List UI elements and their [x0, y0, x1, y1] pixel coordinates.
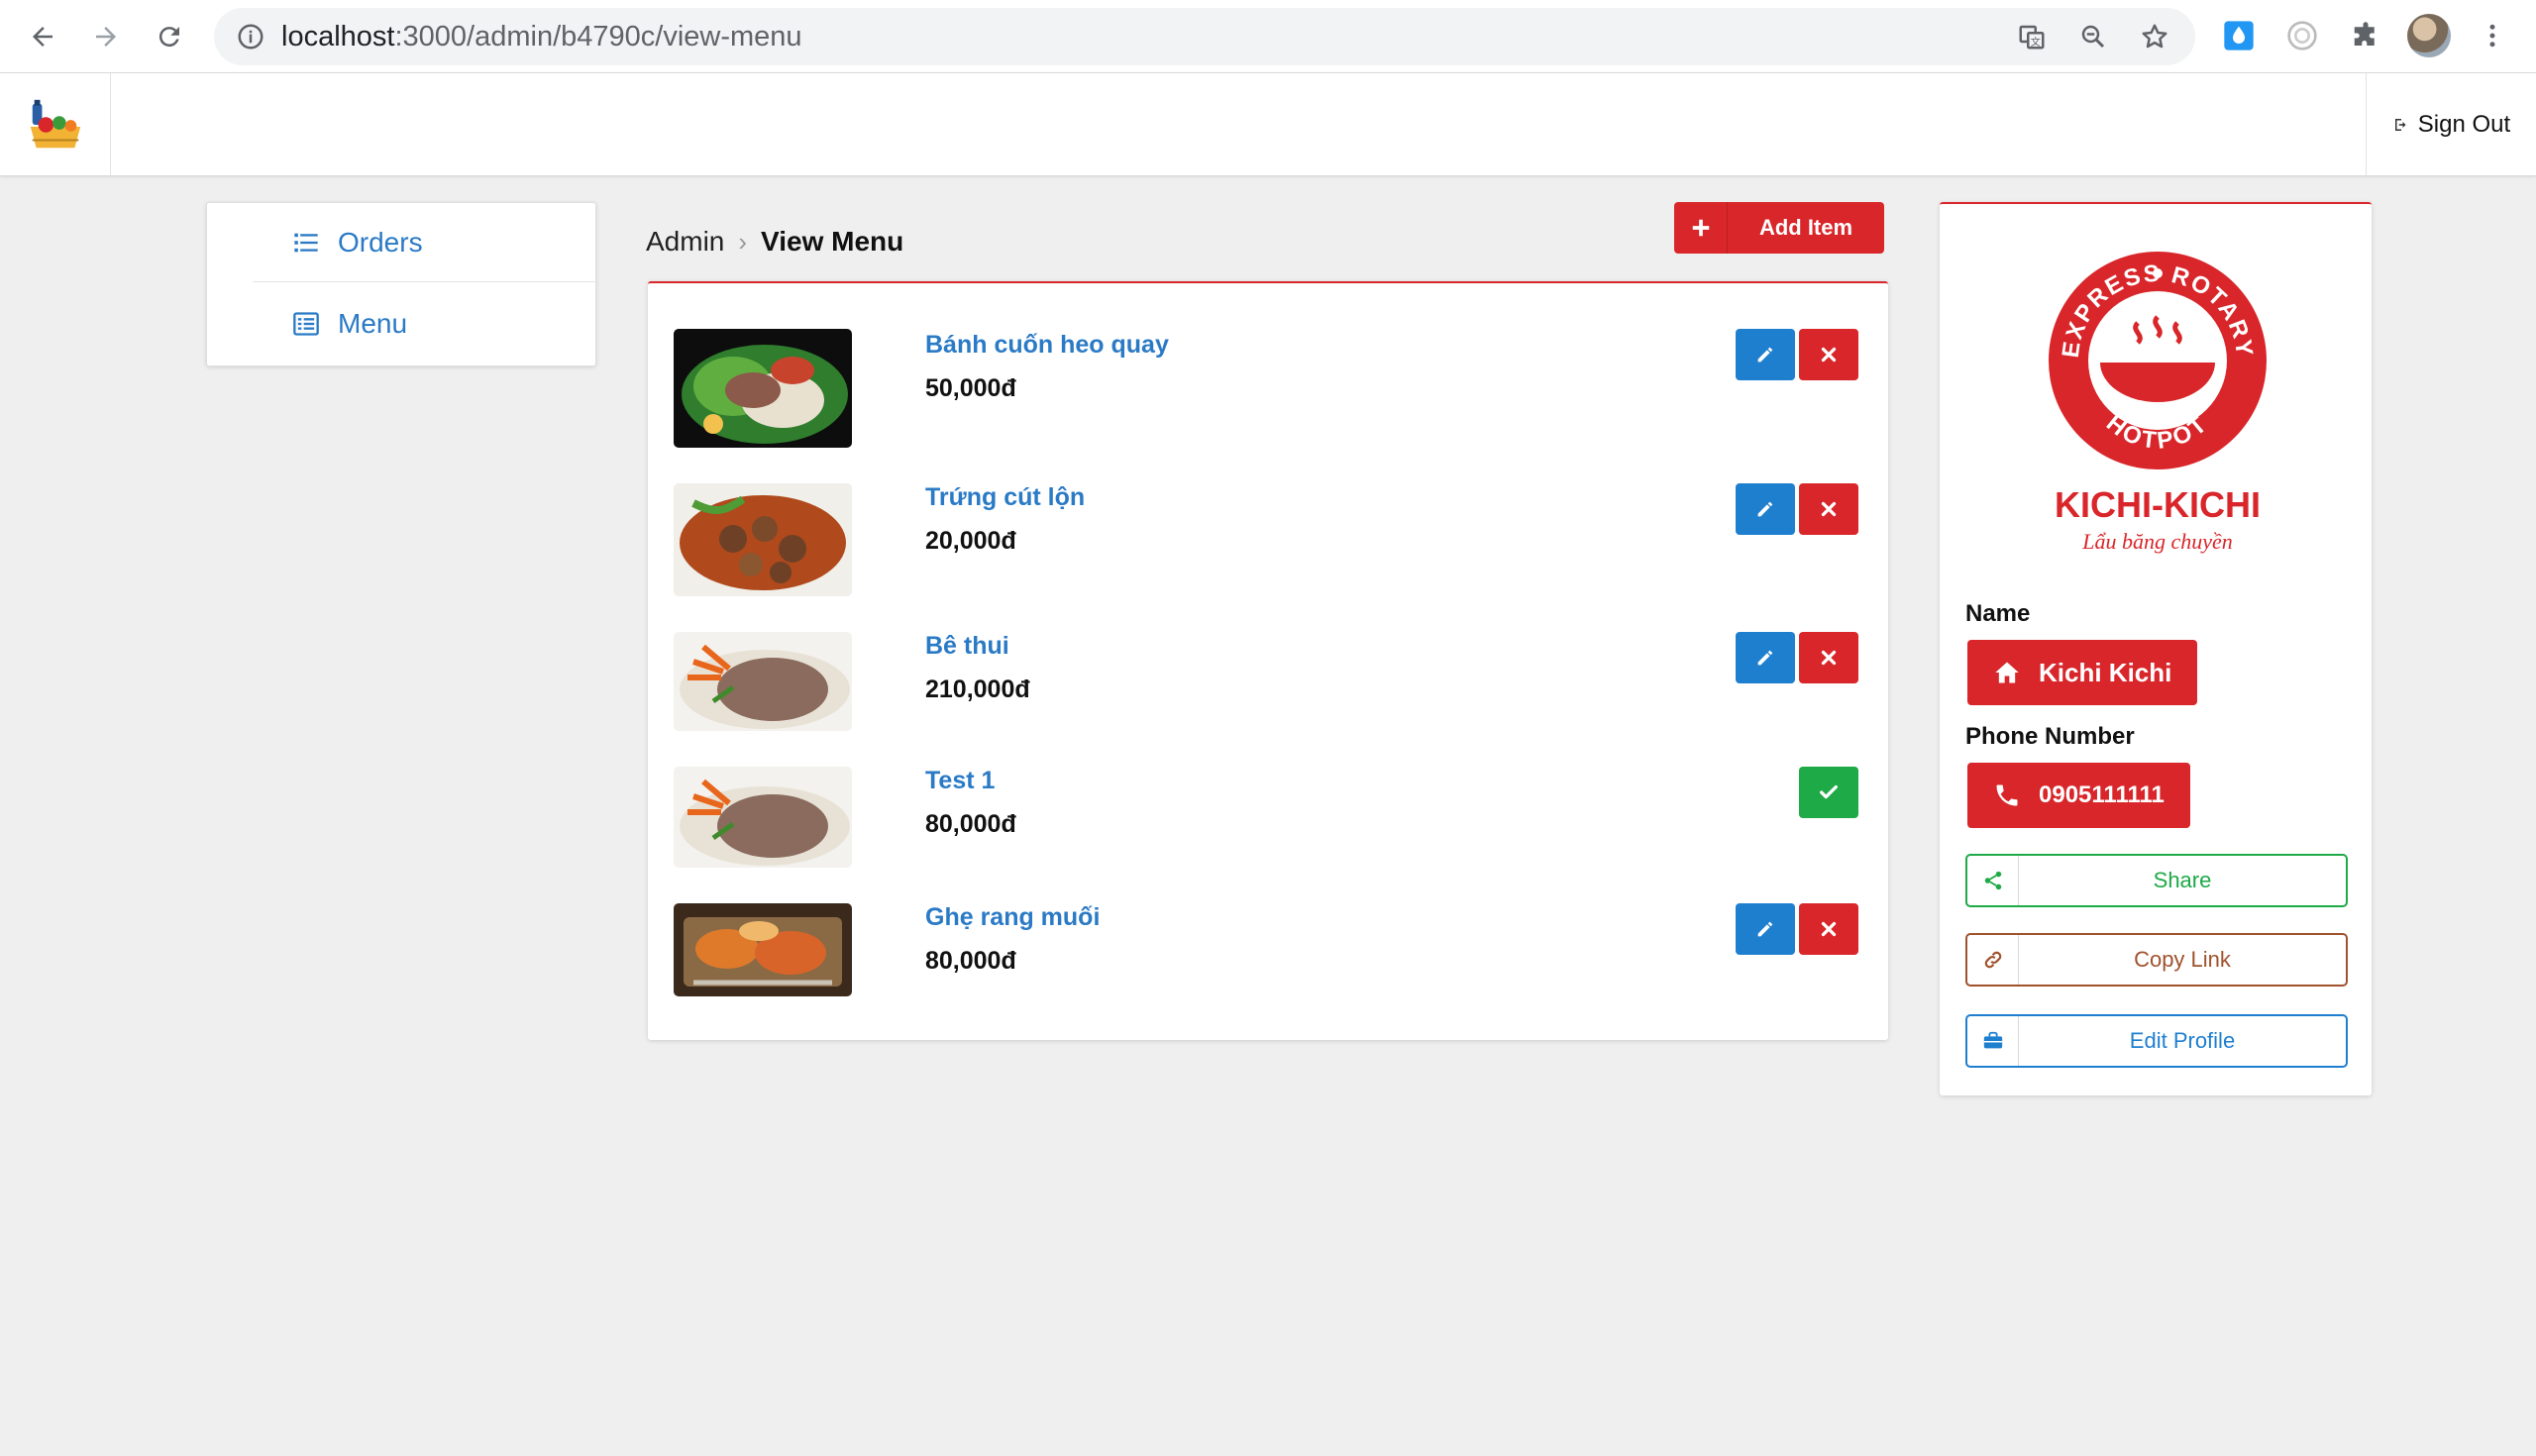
check-icon	[1820, 784, 1838, 799]
item-price: 80,000đ	[925, 947, 1016, 975]
add-item-button[interactable]: Add Item	[1674, 202, 1884, 254]
home-icon	[1995, 662, 2019, 683]
sidebar-nav: Orders Menu	[206, 202, 597, 366]
item-name-link[interactable]: Trứng cút lộn	[925, 483, 1085, 512]
profile-avatar[interactable]	[2407, 14, 2451, 57]
svg-text:Lẩu băng chuyền: Lẩu băng chuyền	[2081, 529, 2233, 554]
breadcrumb-separator: ›	[738, 226, 748, 257]
list-item: Bánh cuốn heo quay 50,000đ	[674, 329, 1862, 450]
phone-icon	[1996, 784, 2018, 806]
item-image	[674, 483, 852, 596]
briefcase-icon	[1967, 1016, 2019, 1066]
app-header: Sign Out	[0, 73, 2536, 176]
sign-out-icon	[2394, 119, 2406, 131]
pencil-icon	[1757, 347, 1773, 363]
food-basket-icon	[30, 99, 80, 149]
pencil-icon	[1757, 501, 1773, 517]
item-image	[674, 632, 852, 731]
list-alt-icon	[293, 312, 319, 336]
browser-toolbar: localhost:3000/admin/b4790c/view-menu 文	[0, 0, 2536, 73]
extension-circle-icon[interactable]	[2284, 18, 2320, 53]
sign-out-button[interactable]: Sign Out	[2366, 73, 2536, 176]
item-name-link[interactable]: Ghẹ rang muối	[925, 903, 1100, 932]
delete-button[interactable]	[1799, 632, 1858, 683]
item-price: 210,000đ	[925, 676, 1030, 703]
edit-profile-label: Edit Profile	[2129, 1028, 2236, 1053]
sidebar-item-menu[interactable]: Menu	[253, 284, 597, 364]
share-icon	[1967, 856, 2019, 905]
forward-icon[interactable]	[83, 14, 129, 59]
edit-profile-button[interactable]: Edit Profile	[1965, 1014, 2348, 1068]
puzzle-icon[interactable]	[2348, 18, 2383, 53]
sidebar-item-label: Orders	[338, 226, 423, 258]
list-icon	[294, 233, 318, 252]
phone-label: Phone Number	[1965, 723, 2135, 750]
pencil-icon	[1757, 921, 1773, 937]
delete-button[interactable]	[1799, 483, 1858, 535]
restaurant-profile-card: EXPRESS ROTARY HOTPOT KICHI-KICHI Lẩu bă…	[1940, 202, 2372, 1095]
plus-icon	[1674, 202, 1728, 254]
restore-button[interactable]	[1799, 767, 1858, 818]
breadcrumb-admin[interactable]: Admin	[646, 226, 724, 258]
sign-out-label: Sign Out	[2417, 111, 2511, 138]
list-item: Test 1 80,000đ	[674, 767, 1862, 870]
app-logo[interactable]	[0, 73, 111, 176]
item-price: 50,000đ	[925, 374, 1016, 402]
url-text: localhost:3000/admin/b4790c/view-menu	[281, 21, 802, 52]
sidebar-item-orders[interactable]: Orders	[253, 203, 597, 282]
item-price: 20,000đ	[925, 527, 1016, 555]
close-icon	[1821, 347, 1837, 363]
delete-button[interactable]	[1799, 903, 1858, 955]
delete-button[interactable]	[1799, 329, 1858, 380]
translate-icon[interactable]: 文	[2017, 22, 2047, 52]
close-icon	[1821, 921, 1837, 937]
share-button[interactable]: Share	[1965, 854, 2348, 907]
item-image	[674, 903, 852, 996]
zoom-icon[interactable]	[2078, 22, 2108, 52]
item-name-link[interactable]: Bê thui	[925, 632, 1009, 661]
item-name-link[interactable]: Test 1	[925, 767, 995, 795]
page-title: View Menu	[761, 226, 904, 257]
star-icon[interactable]	[2140, 22, 2169, 52]
reload-icon[interactable]	[147, 14, 192, 59]
name-label: Name	[1965, 600, 2031, 627]
item-price: 80,000đ	[925, 810, 1016, 838]
pencil-icon	[1757, 650, 1773, 666]
list-item: Ghẹ rang muối 80,000đ	[674, 903, 1862, 998]
name-value: Kichi Kichi	[2039, 657, 2172, 687]
breadcrumb: Admin › View Menu	[646, 226, 903, 258]
copy-link-button[interactable]: Copy Link	[1965, 933, 2348, 987]
kebab-icon[interactable]	[2475, 18, 2510, 53]
name-badge: Kichi Kichi	[1967, 640, 2198, 705]
menu-list-panel: Bánh cuốn heo quay 50,000đ Trứng cút lộn…	[648, 281, 1888, 1040]
item-image	[674, 329, 852, 448]
extension-drop-icon[interactable]	[2221, 18, 2257, 53]
close-icon	[1821, 501, 1837, 517]
address-bar[interactable]: localhost:3000/admin/b4790c/view-menu 文	[214, 8, 2195, 65]
edit-button[interactable]	[1736, 632, 1795, 683]
item-image	[674, 767, 852, 868]
share-label: Share	[2153, 868, 2212, 892]
add-item-label: Add Item	[1758, 215, 1853, 240]
sidebar-item-label: Menu	[338, 308, 408, 339]
restaurant-logo: EXPRESS ROTARY HOTPOT KICHI-KICHI Lẩu bă…	[2049, 252, 2267, 554]
copy-link-label: Copy Link	[2134, 947, 2231, 972]
back-icon[interactable]	[20, 14, 65, 59]
phone-badge: 0905111111	[1967, 763, 2190, 828]
phone-value: 0905111111	[2039, 781, 2165, 808]
list-item: Trứng cút lộn 20,000đ	[674, 483, 1862, 598]
svg-text:文: 文	[2031, 36, 2041, 49]
edit-button[interactable]	[1736, 329, 1795, 380]
svg-text:KICHI-KICHI: KICHI-KICHI	[2055, 484, 2261, 525]
edit-button[interactable]	[1736, 903, 1795, 955]
link-icon	[1967, 935, 2019, 985]
info-icon[interactable]	[236, 22, 265, 52]
item-name-link[interactable]: Bánh cuốn heo quay	[925, 331, 1169, 360]
close-icon	[1821, 650, 1837, 666]
edit-button[interactable]	[1736, 483, 1795, 535]
list-item: Bê thui 210,000đ	[674, 632, 1862, 735]
